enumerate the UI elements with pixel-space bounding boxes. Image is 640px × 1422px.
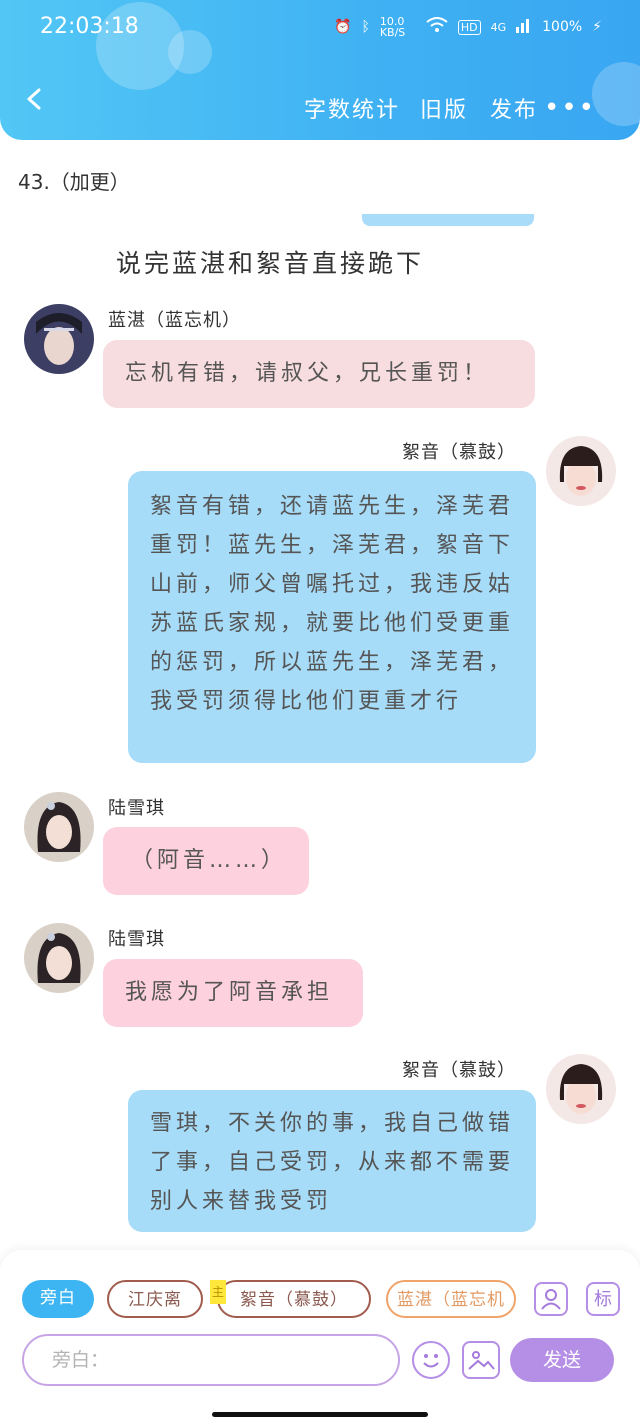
role-chip-jiang[interactable]: 江庆离 — [107, 1280, 203, 1318]
speaker-name: 絮音（慕鼓） — [402, 1060, 516, 1081]
avatar[interactable] — [546, 436, 616, 506]
chapter-title: 43.（加更） — [18, 170, 130, 194]
charging-icon: ⚡ — [592, 19, 602, 35]
message-input[interactable]: 旁白： — [22, 1334, 400, 1386]
more-menu-button[interactable]: ••• — [544, 93, 596, 123]
alarm-icon: ⏰ — [334, 19, 352, 35]
send-button[interactable]: 发送 — [510, 1338, 614, 1382]
bluetooth-icon: ᛒ — [361, 19, 370, 35]
narration-text: 说完蓝湛和絮音直接跪下 — [116, 249, 425, 278]
decor-bubble — [592, 62, 640, 126]
speaker-name: 絮音（慕鼓） — [402, 442, 516, 463]
signal-label: 4G — [490, 20, 507, 34]
avatar[interactable] — [24, 923, 94, 993]
chat-bubble[interactable]: （阿音……） — [103, 827, 309, 895]
old-version-button[interactable]: 旧版 — [420, 92, 468, 124]
scroll-indicator — [362, 214, 534, 226]
word-count-button[interactable]: 字数统计 — [304, 92, 400, 124]
battery-label: 100% — [542, 19, 583, 35]
chat-bubble[interactable]: 雪琪，不关你的事，我自己做错了事，自己受罚，从来都不需要别人来替我受罚 — [128, 1090, 536, 1232]
network-speed: 10.0 KB/S — [379, 15, 406, 39]
chat-bubble[interactable]: 絮音有错，还请蓝先生，泽芜君重罚！蓝先生，泽芜君，絮音下山前，师父曾嘱托过，我违… — [128, 471, 536, 763]
home-indicator — [212, 1412, 428, 1417]
chat-bubble[interactable]: 忘机有错，请叔父，兄长重罚！ — [103, 340, 535, 408]
decor-bubble — [168, 30, 212, 74]
tag-button[interactable]: 标 — [586, 1282, 620, 1316]
emoji-icon[interactable] — [412, 1341, 450, 1379]
character-icon[interactable] — [534, 1282, 568, 1316]
avatar[interactable] — [546, 1054, 616, 1124]
wifi-icon — [426, 17, 448, 37]
chat-bubble[interactable]: 我愿为了阿音承担 — [103, 959, 363, 1027]
main-role-badge: 主 — [210, 1280, 226, 1304]
role-chip-xuyin[interactable]: 絮音（慕鼓） — [217, 1280, 371, 1318]
publish-button[interactable]: 发布 — [490, 92, 538, 124]
avatar[interactable] — [24, 792, 94, 862]
status-icons: ⏰ ᛒ 10.0 KB/S HD 4G 100% ⚡ — [334, 16, 602, 38]
speaker-name: 陆雪琪 — [108, 929, 165, 950]
speaker-name: 陆雪琪 — [108, 798, 165, 819]
hd-badge: HD — [457, 19, 481, 35]
role-chip-narrator[interactable]: 旁白 — [22, 1280, 94, 1318]
signal-icon — [516, 17, 532, 37]
back-arrow-icon[interactable] — [24, 88, 46, 110]
image-icon[interactable] — [462, 1341, 500, 1379]
role-chip-lanzhan[interactable]: 蓝湛（蓝忘机 — [386, 1280, 516, 1318]
speaker-name: 蓝湛（蓝忘机） — [108, 310, 241, 331]
avatar[interactable] — [24, 304, 94, 374]
header-bar: 22:03:18 ⏰ ᛒ 10.0 KB/S HD 4G 100% ⚡ 字数统计… — [0, 0, 640, 140]
status-time: 22:03:18 — [40, 14, 139, 39]
